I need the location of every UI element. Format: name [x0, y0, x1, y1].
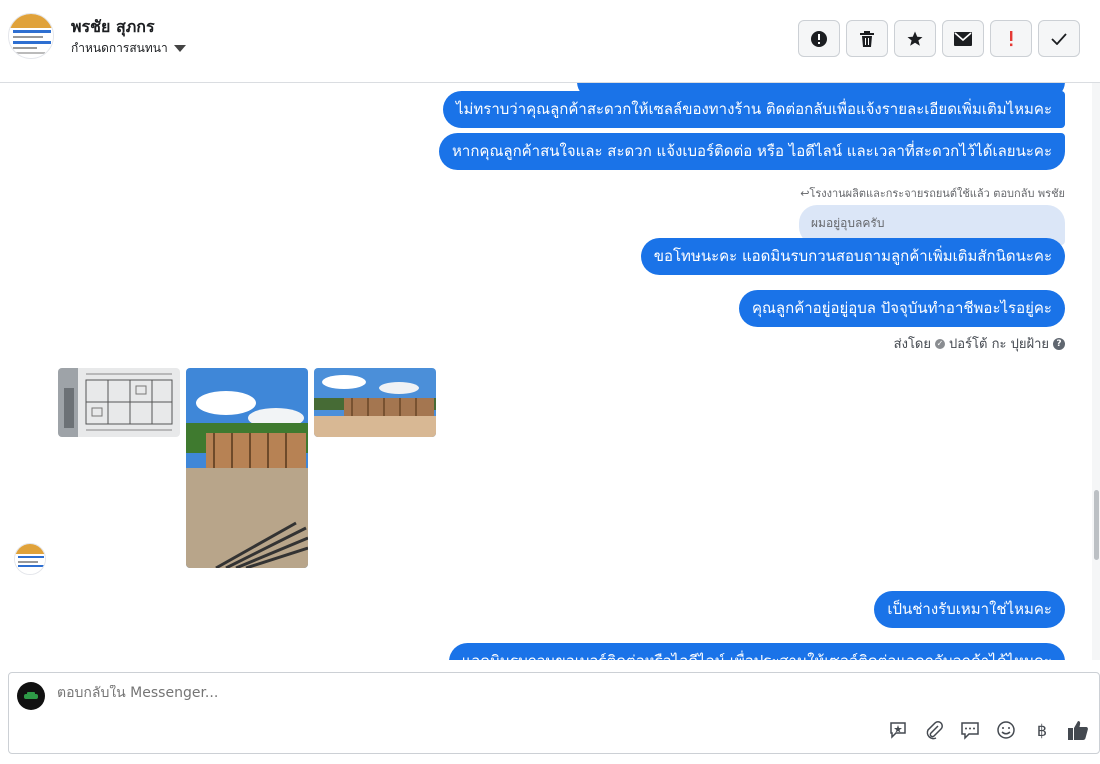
alert-circle-icon [811, 30, 827, 47]
thread-scrollbar[interactable] [1092, 83, 1100, 660]
quick-reply-button[interactable] [959, 719, 981, 741]
sent-by-label: ส่งโดย ✓ ปอร์โต้ กะ ปุยฝ้าย ? [894, 333, 1065, 354]
help-icon[interactable]: ? [1053, 337, 1065, 350]
message-composer: ฿ [8, 672, 1100, 754]
payment-button[interactable]: ฿ [1031, 719, 1053, 741]
reply-input[interactable] [57, 685, 957, 701]
exclamation-icon [1010, 30, 1013, 46]
message-bubble[interactable]: ขอโทษนะคะ แอดมินรบกวนสอบถามลูกค้าเพิ่มเต… [640, 238, 1065, 275]
sent-by-prefix: ส่งโดย [893, 337, 931, 352]
conversation-header: พรชัย สุภกร กำหนดการสนทนา [0, 0, 1100, 83]
follow-up-button[interactable] [990, 20, 1032, 57]
composer-tools: ฿ [887, 719, 1089, 741]
mark-spam-button[interactable] [798, 20, 840, 57]
sticker-chat-icon [890, 722, 906, 739]
conversation-status-dropdown[interactable]: กำหนดการสนทนา [71, 39, 186, 58]
saved-reply-button[interactable] [887, 719, 909, 741]
like-button[interactable] [1067, 719, 1089, 741]
emoji-button[interactable] [995, 719, 1017, 741]
message-thread: ไม่ทราบว่าคุณลูกค้าสะดวกให้เซลล์ของทางร้… [0, 83, 1092, 660]
smiley-icon [997, 721, 1015, 739]
verified-icon: ✓ [935, 338, 945, 349]
chat-bubble-icon [961, 722, 979, 740]
reply-note: ↩โรงงานผลิตและกระจายรถยนต์ใช้แล้ว ตอบกลั… [800, 187, 1065, 200]
attach-button[interactable] [923, 719, 945, 741]
photo-construction-site[interactable] [186, 368, 308, 568]
message-bubble[interactable]: คุณลูกค้าอยู่อยู่อุบล ปัจจุบันทำอาชีพอะไ… [738, 290, 1065, 327]
message-bubble[interactable]: เป็นช่างรับเหมาใช่ไหมคะ [874, 591, 1065, 628]
mark-unread-button[interactable] [942, 20, 984, 57]
checkmark-icon [1051, 32, 1067, 45]
contact-avatar-small[interactable] [14, 543, 46, 575]
photo-floor-plan[interactable] [58, 368, 180, 437]
header-actions [798, 20, 1080, 57]
message-bubble[interactable]: แอดมินรบกวนขอเบอร์ติดต่อหรือไอดีไลน์ เพื… [448, 643, 1065, 660]
message-bubble[interactable]: ไม่ทราบว่าคุณลูกค้าสะดวกให้เซลล์ของทางร้… [442, 91, 1065, 128]
star-button[interactable] [894, 20, 936, 57]
caret-down-icon [173, 45, 186, 52]
photo-site-overview[interactable] [314, 368, 436, 437]
conversation-status-label: กำหนดการสนทนา [71, 41, 168, 55]
envelope-icon [954, 31, 972, 46]
star-icon [907, 31, 923, 46]
contact-avatar[interactable] [8, 13, 54, 59]
sender-name: ปอร์โต้ กะ ปุยฝ้าย [949, 337, 1049, 352]
trash-icon [860, 30, 874, 47]
delete-button[interactable] [846, 20, 888, 57]
page-avatar [17, 682, 45, 710]
thumbs-up-icon [1068, 721, 1088, 740]
mark-done-button[interactable] [1038, 20, 1080, 57]
message-bubble[interactable]: หากคุณลูกค้าสนใจและ สะดวก แจ้งเบอร์ติดต่… [439, 133, 1065, 170]
baht-icon: ฿ [1036, 720, 1048, 740]
contact-name[interactable]: พรชัย สุภกร [71, 15, 155, 40]
thread-scroll-thumb[interactable] [1094, 490, 1099, 560]
paperclip-icon [926, 721, 943, 740]
